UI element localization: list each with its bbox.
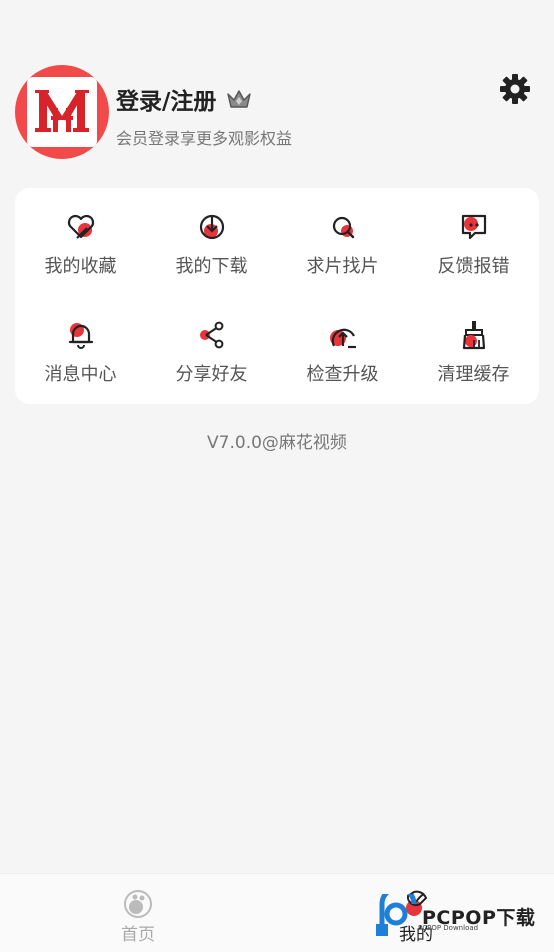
home-icon	[124, 890, 152, 918]
menu-label: 我的收藏	[44, 256, 117, 277]
menu-label: 反馈报错	[437, 256, 510, 277]
heart-icon	[67, 214, 94, 239]
share-icon	[199, 321, 223, 349]
feedback-icon	[461, 214, 486, 240]
menu-label: 分享好友	[175, 364, 248, 385]
login-register-label: 登录/注册	[116, 89, 217, 115]
version-text: V7.0.0@麻花视频	[207, 433, 347, 453]
menu-item-request[interactable]: 求片找片	[277, 188, 408, 296]
watermark: PCPOP下载	[376, 893, 550, 939]
menu-label: 消息中心	[44, 364, 117, 385]
crown-icon	[227, 90, 252, 108]
menu-item-messages[interactable]: 消息中心	[15, 296, 146, 404]
login-register-link[interactable]: 登录/注册	[116, 82, 252, 116]
watermark-subtext: PCPOP Download	[418, 924, 479, 932]
menu-label: 清理缓存	[437, 364, 510, 385]
profile-header: 登录/注册 会员登录享更多观影权益	[0, 0, 554, 180]
menu-label: 我的下载	[175, 256, 248, 277]
menu-label: 检查升级	[306, 364, 379, 385]
menu-item-clear-cache[interactable]: 清理缓存	[408, 296, 539, 404]
tab-home-label: 首页	[121, 925, 155, 945]
menu-item-feedback[interactable]: 反馈报错	[408, 188, 539, 296]
menu-label: 求片找片	[306, 256, 379, 277]
upgrade-icon	[329, 328, 356, 349]
menu-item-share[interactable]: 分享好友	[146, 296, 277, 404]
tab-home[interactable]: 首页	[78, 874, 198, 952]
menu-item-favorites[interactable]: 我的收藏	[15, 188, 146, 296]
app-logo	[27, 77, 97, 147]
pcpop-logo-icon	[376, 894, 417, 936]
menu-item-upgrade[interactable]: 检查升级	[277, 296, 408, 404]
feature-menu-card: 我的收藏 我的下载 求片找片 反馈报错 消息中心 分享好友 检查升级 清理缓存	[15, 188, 539, 404]
gear-icon[interactable]	[498, 72, 532, 106]
search-icon	[332, 216, 354, 239]
bell-icon	[68, 323, 93, 349]
member-subtitle: 会员登录享更多观影权益	[116, 129, 293, 148]
broom-icon	[462, 321, 485, 350]
download-icon	[199, 214, 224, 240]
avatar[interactable]	[15, 65, 109, 159]
menu-item-downloads[interactable]: 我的下载	[146, 188, 277, 296]
